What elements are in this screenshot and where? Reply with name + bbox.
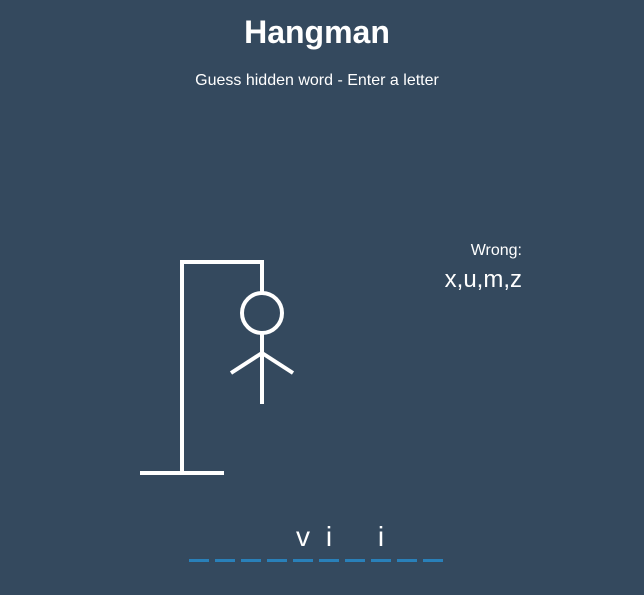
wrong-letters-panel: Wrong: x,u,m,z xyxy=(445,242,522,294)
hangman-head xyxy=(240,291,284,335)
letter-slot xyxy=(241,520,261,562)
letter-slot: i xyxy=(371,520,391,562)
game-title: Hangman xyxy=(244,14,390,50)
hangman-figure xyxy=(140,260,295,475)
letter-slot xyxy=(189,520,209,562)
letter-slot: i xyxy=(319,520,339,562)
word-display: v i i xyxy=(189,520,449,562)
wrong-label: Wrong: xyxy=(470,242,522,259)
hangman-left-arm xyxy=(229,351,264,375)
instructions-text: Guess hidden word - Enter a letter xyxy=(195,72,439,89)
letter-slot xyxy=(215,520,235,562)
letter-slot xyxy=(267,520,287,562)
letter-slot xyxy=(345,520,365,562)
hangman-right-arm xyxy=(260,351,295,375)
letter-slot xyxy=(397,520,417,562)
letter-slot xyxy=(423,520,443,562)
letter-slot: v xyxy=(293,520,313,562)
wrong-letters: x,u,m,z xyxy=(444,266,522,293)
